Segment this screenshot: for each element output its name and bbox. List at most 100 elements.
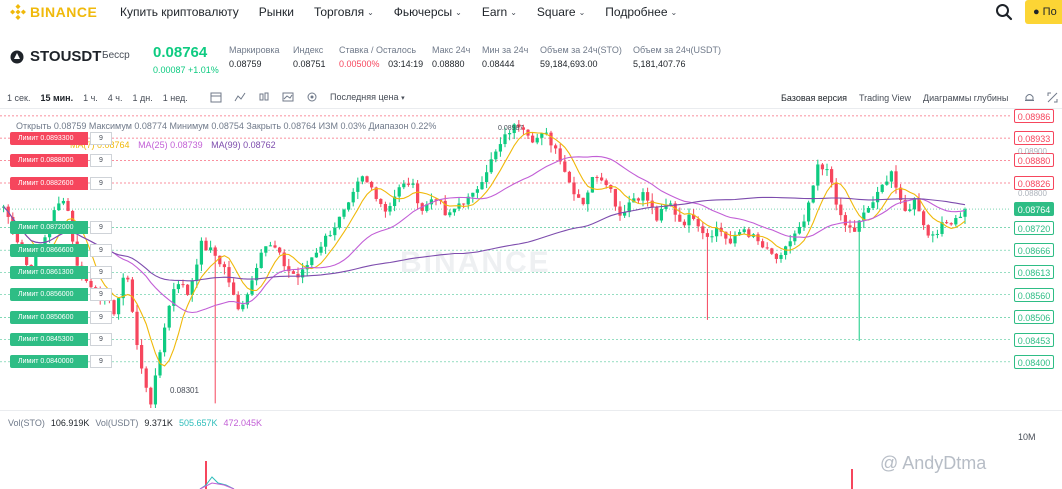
candle-body	[586, 192, 590, 205]
buy-limit-order[interactable]: Лимит 0.0845300 9	[10, 333, 112, 347]
buy-limit-order[interactable]: Лимит 0.0866600 9	[10, 243, 112, 257]
candle-body	[876, 191, 880, 203]
candle-body	[291, 271, 296, 274]
nav-item[interactable]: Купить криптовалюту	[120, 5, 239, 19]
candle-body	[696, 218, 700, 227]
stat-value: 5,181,407.76	[633, 59, 686, 69]
candle-body	[549, 132, 553, 146]
nav-item[interactable]: Рынки	[259, 5, 294, 19]
nav-item[interactable]: Square ⌄	[537, 5, 585, 19]
low-24h-stat: Мин за 24ч 0.08444	[482, 45, 528, 69]
candle-body	[328, 235, 332, 237]
sell-limit-order[interactable]: Лимит 0.0893300 9	[10, 131, 112, 145]
candle-body	[761, 241, 765, 248]
volume-sto-stat: Объем за 24ч(STO) 59,184,693.00	[540, 45, 622, 69]
candle-body	[181, 284, 185, 286]
sell-limit-order[interactable]: Лимит 0.0888000 9	[10, 153, 112, 167]
high-24h-stat: Макс 24ч 0.08880	[432, 45, 470, 69]
line-chart-icon[interactable]	[234, 91, 246, 103]
stat-label: Индекс	[293, 45, 324, 55]
candle-body	[452, 208, 457, 213]
axis-price-tag: 0.08400	[1014, 354, 1054, 369]
interval-option[interactable]: 1 сек.	[7, 93, 30, 103]
candle-body	[600, 177, 604, 181]
candle-body	[797, 226, 802, 234]
candle-body	[112, 300, 116, 315]
price-type-select[interactable]: Последняя цена ▾	[330, 92, 405, 102]
axis-price-tag: 0.08613	[1014, 265, 1054, 280]
candle-type-icon[interactable]	[258, 91, 270, 103]
nav-item[interactable]: Подробнее ⌄	[605, 5, 677, 19]
buy-limit-order[interactable]: Лимит 0.0856000 9	[10, 288, 112, 302]
ohlc-values: Открыть 0.08759 Максимум 0.08774 Минимум…	[16, 121, 437, 131]
vol-sto-label: Vol(STO)	[8, 418, 45, 428]
interval-option[interactable]: 1 дн.	[133, 93, 153, 103]
candle-body	[485, 172, 489, 183]
candle-body	[333, 227, 337, 236]
candle-body	[310, 257, 314, 266]
stat-label: Объем за 24ч(STO)	[540, 45, 622, 55]
low-price-marker: 0.08301	[170, 386, 199, 395]
nav-item[interactable]: Торговля ⌄	[314, 5, 374, 19]
nav-item-label: Купить криптовалюту	[120, 5, 239, 19]
candle-body	[402, 183, 406, 188]
axis-price-tag: 0.08453	[1014, 332, 1054, 347]
candle-body	[701, 226, 705, 234]
nav-item[interactable]: Earn ⌄	[482, 5, 517, 19]
candle-body	[655, 207, 659, 221]
binance-logo[interactable]: BINANCE	[10, 4, 97, 20]
order-label: Лимит 0.0856000	[10, 288, 88, 302]
ma99-line	[3, 196, 966, 282]
order-label: Лимит 0.0872000	[10, 221, 88, 235]
view-option[interactable]: Trading View	[859, 93, 911, 103]
order-label: Лимит 0.0850600	[10, 310, 88, 324]
candle-body	[531, 135, 535, 143]
interval-option[interactable]: 1 нед.	[163, 93, 188, 103]
stat-label: Макс 24ч	[432, 45, 471, 55]
price-chart[interactable]	[0, 110, 1010, 408]
nav-menu: Купить криптовалюту Рынки Торговля ⌄ Фьючерс…	[120, 5, 697, 19]
chart-toolbar: 1 сек. 15 мин. 1 ч. 4 ч. 1 дн. 1 нед. Последн…	[0, 88, 1062, 109]
interval-option[interactable]: 4 ч.	[108, 93, 123, 103]
buy-limit-order[interactable]: Лимит 0.0850600 9	[10, 310, 112, 324]
fullscreen-icon[interactable]	[1047, 92, 1058, 103]
search-icon[interactable]	[995, 3, 1013, 21]
order-label: Лимит 0.0888000	[10, 153, 88, 167]
candle-body	[140, 345, 144, 369]
contract-tag: Бесср	[102, 50, 130, 61]
axis-price-tag: 0.08560	[1014, 287, 1054, 302]
candle-body	[774, 253, 779, 259]
nav-item[interactable]: Фьючерсы ⌄	[394, 5, 462, 19]
ma99-value: MA(99) 0.08762	[211, 140, 276, 150]
calendar-icon[interactable]	[210, 91, 222, 103]
volume-legend: Vol(STO) 106.919K Vol(USDT) 9.371K 505.6…	[8, 418, 262, 428]
pair-name[interactable]: STOUSDT	[30, 48, 101, 65]
interval-option[interactable]: 1 ч.	[83, 93, 98, 103]
price-change: 0.00087 +1.01%	[153, 65, 219, 75]
candle-body	[153, 375, 158, 405]
buy-limit-order[interactable]: Лимит 0.0840000 9	[10, 355, 112, 369]
settings-icon[interactable]	[306, 91, 318, 103]
interval-option[interactable]: 15 мин.	[40, 93, 73, 103]
candle-body	[604, 180, 608, 186]
view-option[interactable]: Базовая версия	[781, 93, 847, 103]
candle-body	[590, 177, 595, 193]
candle-body	[908, 209, 912, 211]
binance-logo-icon	[10, 4, 26, 20]
user-icon-button[interactable]: ● По	[1025, 0, 1062, 24]
sell-limit-order[interactable]: Лимит 0.0882600 9	[10, 176, 112, 190]
candle-body	[871, 202, 875, 208]
candle-body	[807, 202, 811, 222]
candle-body	[365, 176, 369, 182]
buy-limit-order[interactable]: Лимит 0.0861300 9	[10, 265, 112, 279]
buy-limit-order[interactable]: Лимит 0.0872000 9	[10, 221, 112, 235]
candle-body	[636, 198, 641, 201]
view-option[interactable]: Диаграммы глубины	[923, 93, 1008, 103]
candle-body	[646, 192, 650, 201]
bell-icon[interactable]	[1024, 92, 1035, 103]
candle-body	[471, 192, 475, 197]
candle-body	[770, 248, 774, 254]
candle-body	[268, 245, 273, 247]
candle-body	[149, 387, 153, 405]
indicator-icon[interactable]	[282, 91, 294, 103]
